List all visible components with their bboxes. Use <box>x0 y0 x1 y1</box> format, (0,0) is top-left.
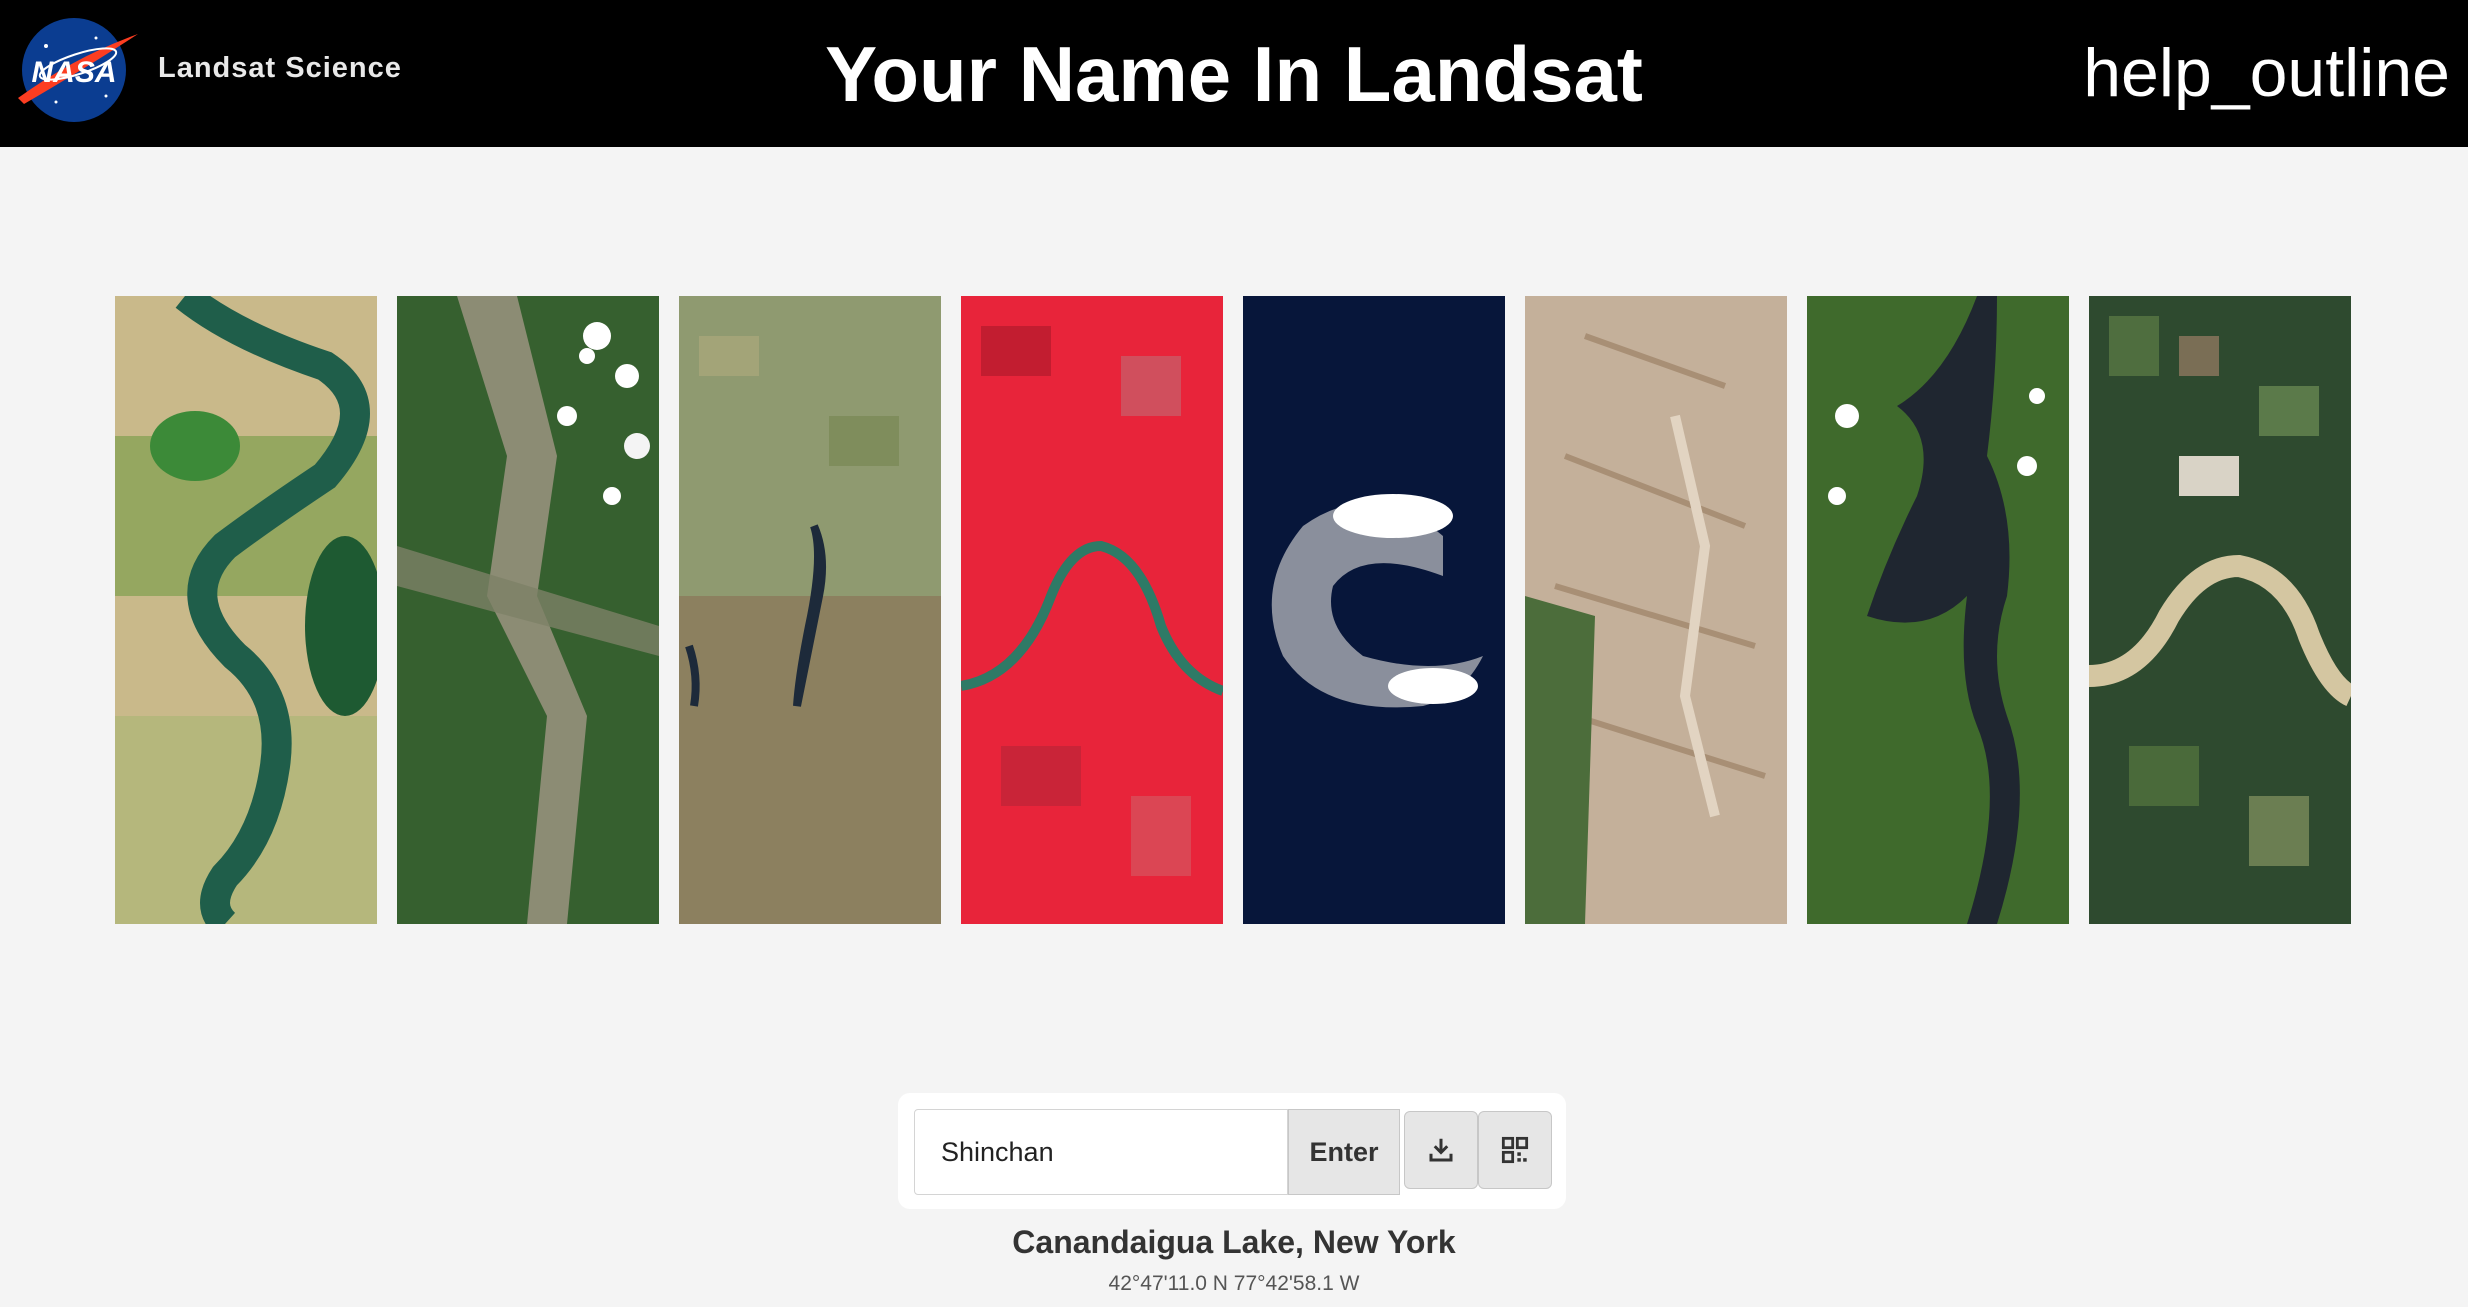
header-bar: NASA Landsat Science Your Name In Landsa… <box>0 0 2468 147</box>
enter-button[interactable]: Enter <box>1288 1109 1400 1195</box>
landsat-letter-strip-5[interactable] <box>1243 296 1505 924</box>
landsat-letter-strip-1[interactable] <box>115 296 377 924</box>
qr-code-icon <box>1501 1136 1529 1164</box>
help-icon[interactable]: help_outline <box>2083 30 2450 116</box>
location-name: Canandaigua Lake, New York <box>1012 1224 1456 1260</box>
qr-code-button[interactable] <box>1478 1111 1552 1189</box>
download-button[interactable] <box>1404 1111 1478 1189</box>
landsat-letter-strip-7[interactable] <box>1807 296 2069 924</box>
landsat-letter-strip-2[interactable] <box>397 296 659 924</box>
landsat-letter-strip-3[interactable] <box>679 296 941 924</box>
landsat-letter-strip-8[interactable] <box>2089 296 2351 924</box>
search-card: Enter <box>898 1093 1566 1209</box>
download-icon <box>1429 1138 1453 1162</box>
location-coordinates: 42°47'11.0 N 77°42'58.1 W <box>1108 1272 1360 1295</box>
landsat-letter-strip-4[interactable] <box>961 296 1223 924</box>
name-input[interactable] <box>914 1109 1288 1195</box>
landsat-letter-strip-6[interactable] <box>1525 296 1787 924</box>
